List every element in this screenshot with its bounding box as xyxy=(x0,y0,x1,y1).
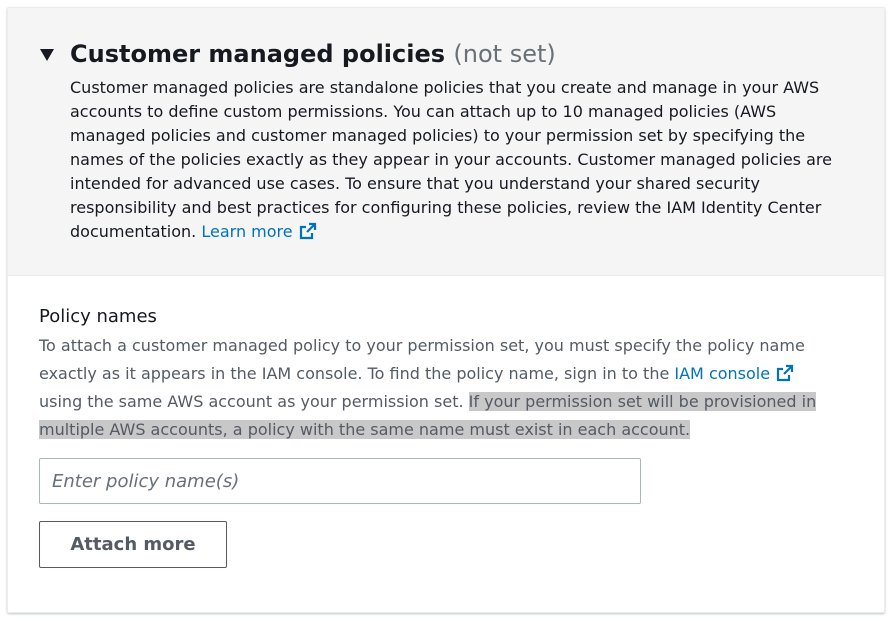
external-link-icon xyxy=(776,364,794,382)
caret-down-icon[interactable] xyxy=(40,49,54,61)
section-description-text: Customer managed policies are standalone… xyxy=(70,78,832,241)
customer-managed-policies-panel: Customer managed policies (not set) Cust… xyxy=(7,7,885,613)
section-header: Customer managed policies (not set) Cust… xyxy=(8,8,884,276)
external-link-icon xyxy=(299,222,316,240)
iam-console-link[interactable]: IAM console xyxy=(674,364,794,383)
section-description: Customer managed policies are standalone… xyxy=(70,76,850,244)
policy-names-description-continued: using the same AWS account as your permi… xyxy=(39,392,464,411)
policy-names-label: Policy names xyxy=(39,306,157,327)
learn-more-label: Learn more xyxy=(201,222,293,241)
section-title[interactable]: Customer managed policies (not set) xyxy=(70,38,556,70)
iam-console-label: IAM console xyxy=(674,364,771,383)
attach-more-button[interactable]: Attach more xyxy=(39,521,227,568)
policy-names-field: Policy names To attach a customer manage… xyxy=(39,304,839,444)
learn-more-link[interactable]: Learn more xyxy=(201,222,316,241)
policy-name-input[interactable] xyxy=(39,458,641,504)
section-title-text: Customer managed policies xyxy=(70,40,446,68)
policy-names-description: To attach a customer managed policy to y… xyxy=(39,332,839,444)
section-counter: (not set) xyxy=(453,40,556,68)
